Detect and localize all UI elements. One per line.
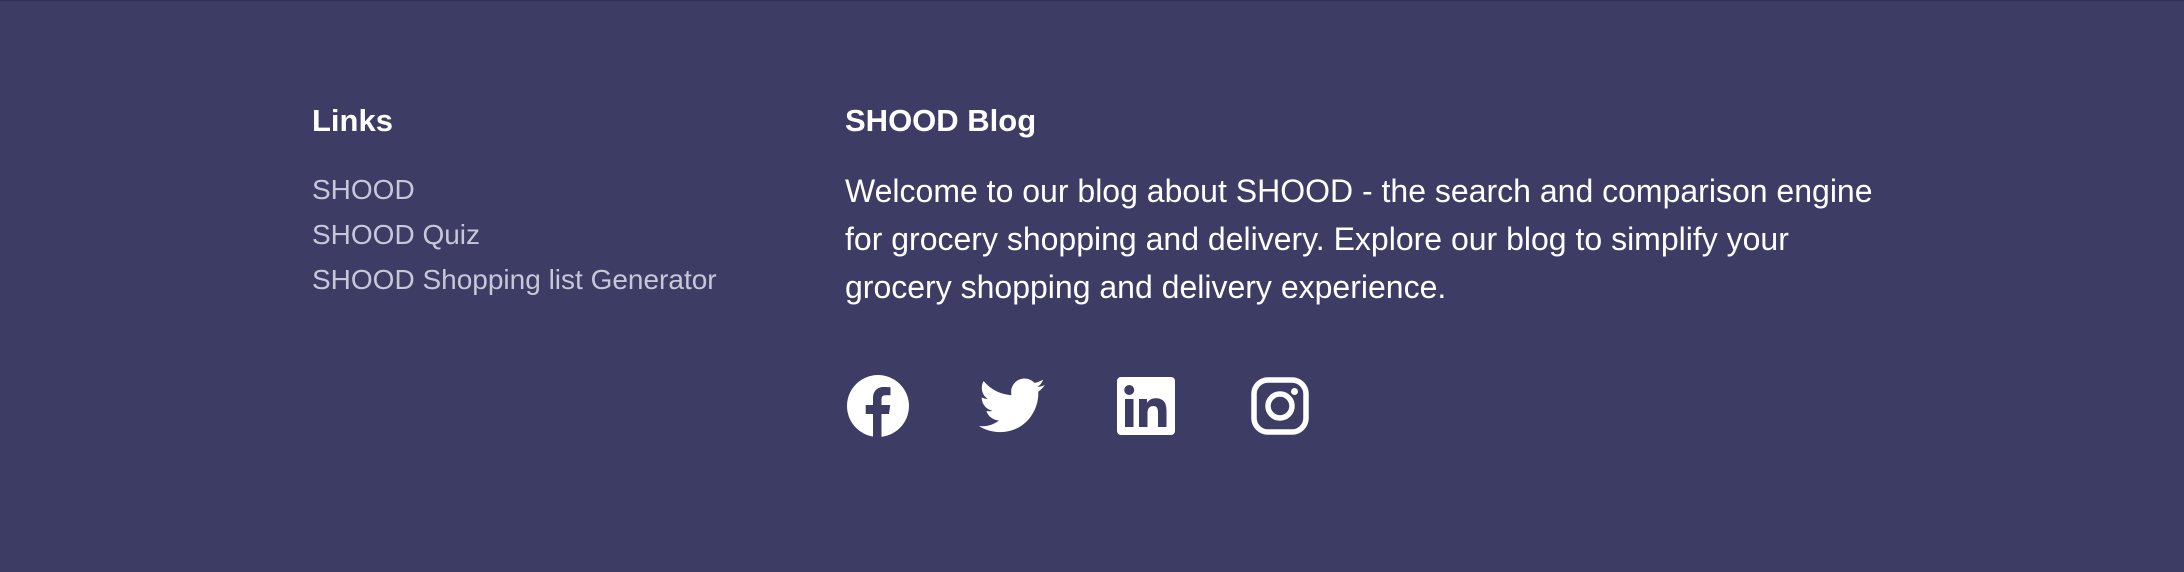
link-shood[interactable]: SHOOD [312,174,415,205]
list-item: SHOOD [312,167,772,212]
blog-description: Welcome to our blog about SHOOD - the se… [845,173,1873,305]
links-list: SHOOD SHOOD Quiz SHOOD Shopping list Gen… [312,167,772,302]
blog-heading: SHOOD Blog [845,103,1037,138]
link-shood-shopping-list-generator[interactable]: SHOOD Shopping list Generator [312,264,717,295]
twitter-icon [979,378,1045,433]
instagram-link[interactable] [1247,373,1313,439]
site-footer: Links SHOOD SHOOD Quiz SHOOD Shopping li… [0,0,2184,572]
social-links [845,373,1381,439]
links-column: Links SHOOD SHOOD Quiz SHOOD Shopping li… [312,101,772,302]
linkedin-link[interactable] [1113,373,1179,439]
blog-column: SHOOD Blog Welcome to our blog about SHO… [845,101,1885,438]
twitter-link[interactable] [979,373,1045,439]
linkedin-icon [1117,377,1175,435]
list-item: SHOOD Shopping list Generator [312,257,772,302]
facebook-icon [847,375,909,438]
list-item: SHOOD Quiz [312,212,772,257]
links-heading: Links [312,103,393,138]
instagram-icon [1251,377,1309,435]
link-shood-quiz[interactable]: SHOOD Quiz [312,219,480,250]
facebook-link[interactable] [845,373,911,439]
